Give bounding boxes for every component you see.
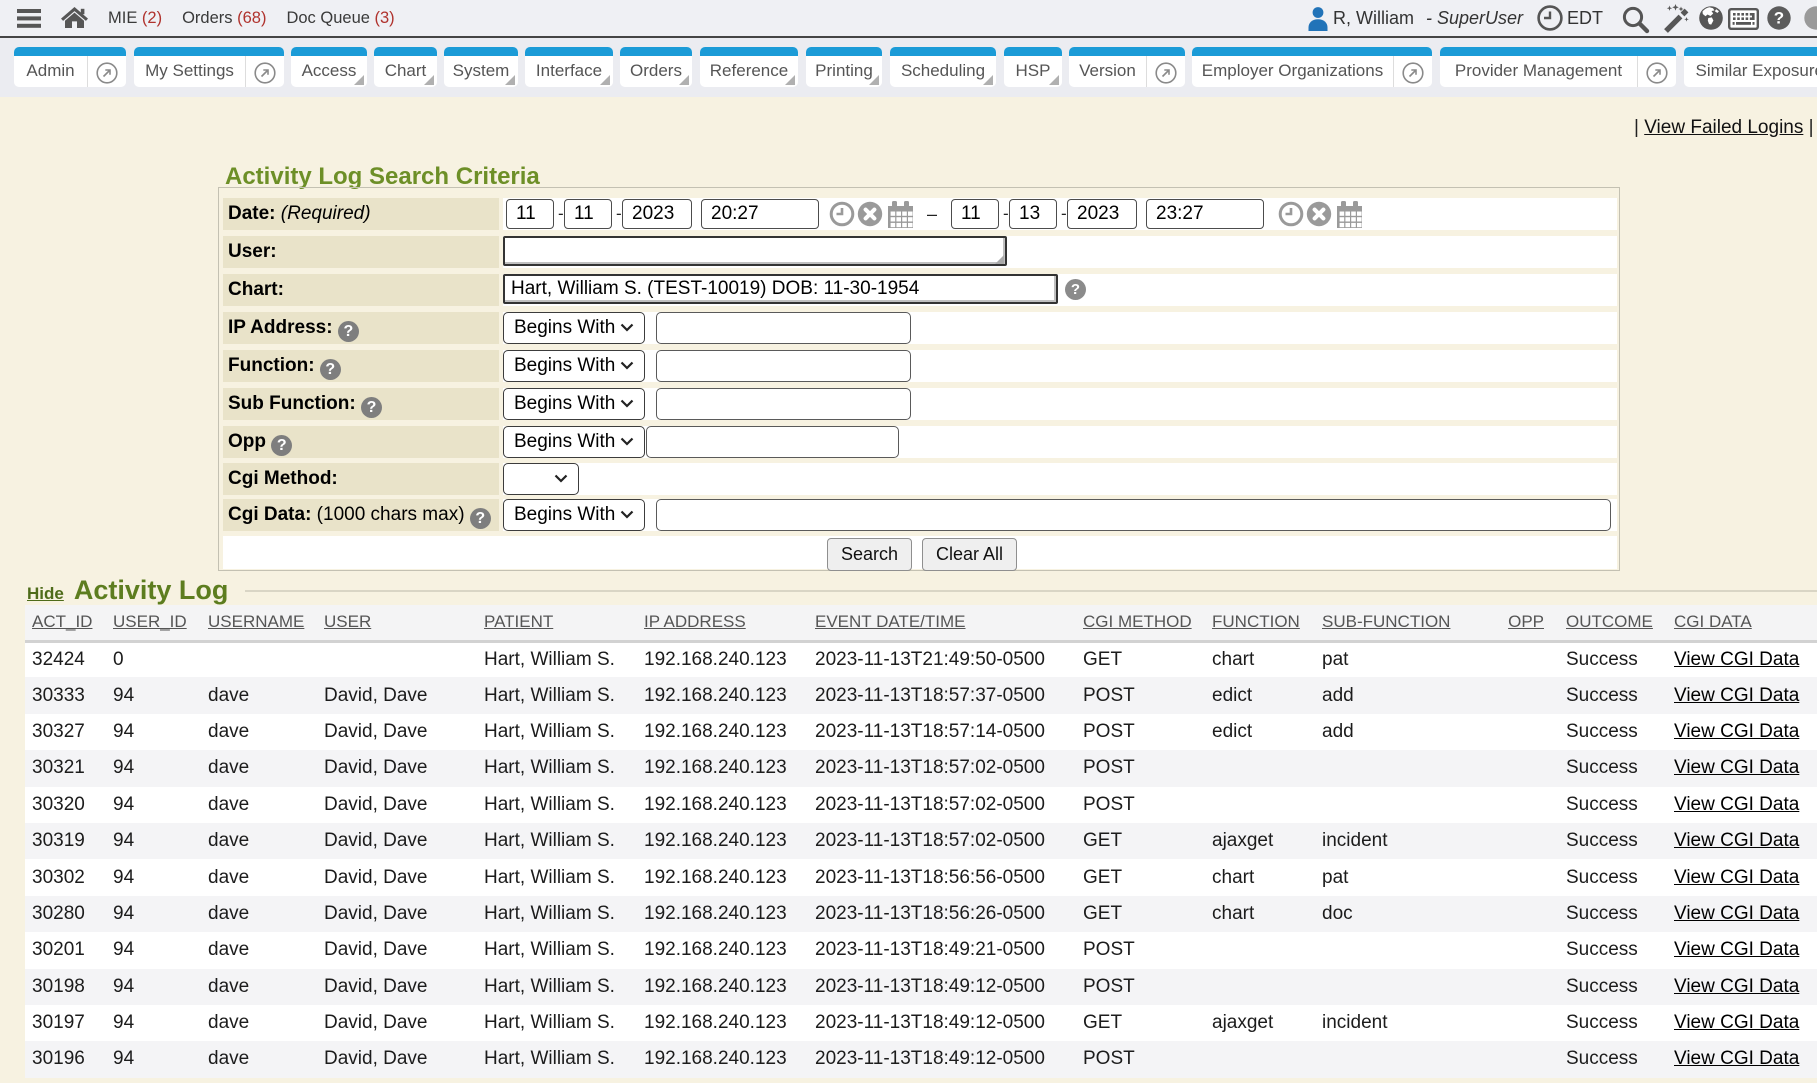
- svg-text:?: ?: [1774, 9, 1784, 28]
